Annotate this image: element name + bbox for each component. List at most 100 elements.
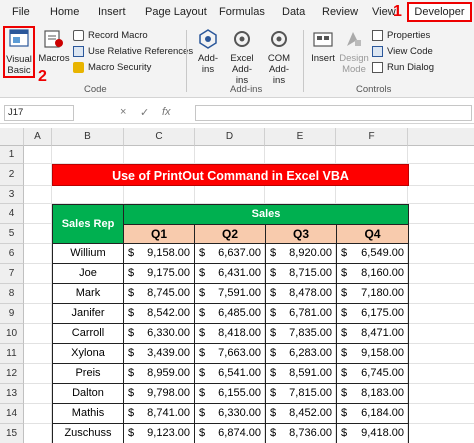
sales-value-cell[interactable]: $8,418.00 bbox=[194, 323, 266, 344]
addins-button[interactable]: Add-ins bbox=[192, 28, 224, 75]
tab-page-layout[interactable]: Page Layout bbox=[145, 6, 207, 18]
sales-value-cell[interactable]: $6,175.00 bbox=[336, 303, 409, 324]
macro-security-button[interactable]: Macro Security bbox=[73, 62, 151, 73]
row-header[interactable]: 3 bbox=[0, 186, 24, 204]
column-header[interactable]: B bbox=[52, 128, 124, 146]
sales-value-cell[interactable]: $6,781.00 bbox=[265, 303, 337, 324]
sales-value-cell[interactable]: $8,542.00 bbox=[123, 303, 195, 324]
sales-value-cell[interactable]: $9,158.00 bbox=[336, 343, 409, 364]
sales-value-cell[interactable]: $6,549.00 bbox=[336, 243, 409, 264]
tab-home[interactable]: Home bbox=[50, 6, 79, 18]
sales-rep-cell[interactable]: Preis bbox=[52, 363, 124, 384]
sales-rep-cell[interactable]: Willium bbox=[52, 243, 124, 264]
fx-icon[interactable]: fx bbox=[162, 106, 171, 118]
tab-formulas[interactable]: Formulas bbox=[219, 6, 265, 18]
sales-value-cell[interactable]: $6,155.00 bbox=[194, 383, 266, 404]
sales-rep-cell[interactable]: Carroll bbox=[52, 323, 124, 344]
sales-value-cell[interactable]: $9,123.00 bbox=[123, 423, 195, 443]
record-macro-button[interactable]: Record Macro bbox=[73, 30, 148, 41]
row-header[interactable]: 12 bbox=[0, 364, 24, 384]
tab-data[interactable]: Data bbox=[282, 6, 305, 18]
row-header[interactable]: 4 bbox=[0, 204, 24, 224]
sales-value-cell[interactable]: $9,798.00 bbox=[123, 383, 195, 404]
sales-rep-cell[interactable]: Joe bbox=[52, 263, 124, 284]
sales-value-cell[interactable]: $8,736.00 bbox=[265, 423, 337, 443]
sales-value-cell[interactable]: $8,478.00 bbox=[265, 283, 337, 304]
row-header[interactable]: 13 bbox=[0, 384, 24, 404]
row-header[interactable]: 14 bbox=[0, 404, 24, 424]
column-header[interactable]: D bbox=[195, 128, 265, 146]
tab-file[interactable]: File bbox=[12, 6, 30, 18]
row-header[interactable]: 6 bbox=[0, 244, 24, 264]
sales-value-cell[interactable]: $8,741.00 bbox=[123, 403, 195, 424]
name-box[interactable]: J17 bbox=[4, 105, 74, 121]
sales-value-cell[interactable]: $7,835.00 bbox=[265, 323, 337, 344]
sales-value-cell[interactable]: $8,452.00 bbox=[265, 403, 337, 424]
row-header[interactable]: 7 bbox=[0, 264, 24, 284]
sales-rep-cell[interactable]: Xylona bbox=[52, 343, 124, 364]
run-dialog-button[interactable]: Run Dialog bbox=[372, 62, 434, 73]
sales-rep-cell[interactable]: Mark bbox=[52, 283, 124, 304]
sales-value-cell[interactable]: $9,418.00 bbox=[336, 423, 409, 443]
sales-value-cell[interactable]: $8,959.00 bbox=[123, 363, 195, 384]
sales-value-cell[interactable]: $6,330.00 bbox=[123, 323, 195, 344]
enter-icon[interactable]: ✓ bbox=[140, 106, 149, 119]
sales-value-cell[interactable]: $8,591.00 bbox=[265, 363, 337, 384]
view-code-button[interactable]: View Code bbox=[372, 46, 433, 57]
sales-value-cell[interactable]: $6,637.00 bbox=[194, 243, 266, 264]
row-header[interactable]: 15 bbox=[0, 424, 24, 443]
column-header[interactable]: C bbox=[124, 128, 195, 146]
row-header[interactable]: 5 bbox=[0, 224, 24, 244]
sales-value-cell[interactable]: $6,745.00 bbox=[336, 363, 409, 384]
sales-rep-cell[interactable]: Janifer bbox=[52, 303, 124, 324]
sheet-title[interactable]: Use of PrintOut Command in Excel VBA bbox=[52, 164, 409, 186]
com-addins-button[interactable]: COM Add-ins bbox=[263, 28, 295, 86]
sales-rep-cell[interactable]: Zuschuss bbox=[52, 423, 124, 443]
sales-value-cell[interactable]: $8,160.00 bbox=[336, 263, 409, 284]
sales-rep-header[interactable]: Sales Rep bbox=[52, 204, 124, 244]
tab-review[interactable]: Review bbox=[322, 6, 358, 18]
macros-button[interactable]: Macros bbox=[38, 28, 70, 64]
row-header[interactable]: 9 bbox=[0, 304, 24, 324]
cancel-icon[interactable]: × bbox=[120, 106, 126, 118]
relative-references-button[interactable]: Use Relative References bbox=[73, 46, 193, 57]
insert-control-button[interactable]: Insert bbox=[308, 28, 338, 64]
sales-value-cell[interactable]: $6,874.00 bbox=[194, 423, 266, 443]
sales-value-cell[interactable]: $8,745.00 bbox=[123, 283, 195, 304]
row-header[interactable]: 8 bbox=[0, 284, 24, 304]
row-header[interactable]: 10 bbox=[0, 324, 24, 344]
visual-basic-button[interactable]: Visual Basic bbox=[4, 28, 34, 76]
tab-developer[interactable]: Developer bbox=[407, 2, 472, 22]
quarter-header[interactable]: Q4 bbox=[336, 224, 409, 244]
column-header[interactable]: A bbox=[24, 128, 52, 146]
sales-value-cell[interactable]: $7,180.00 bbox=[336, 283, 409, 304]
quarter-header[interactable]: Q2 bbox=[194, 224, 266, 244]
sales-rep-cell[interactable]: Mathis bbox=[52, 403, 124, 424]
sales-value-cell[interactable]: $9,175.00 bbox=[123, 263, 195, 284]
sales-value-cell[interactable]: $8,920.00 bbox=[265, 243, 337, 264]
sales-value-cell[interactable]: $6,283.00 bbox=[265, 343, 337, 364]
excel-addins-button[interactable]: Excel Add-ins bbox=[226, 28, 258, 86]
sales-value-cell[interactable]: $6,184.00 bbox=[336, 403, 409, 424]
column-header[interactable]: E bbox=[265, 128, 336, 146]
sales-value-cell[interactable]: $6,431.00 bbox=[194, 263, 266, 284]
sales-value-cell[interactable]: $7,663.00 bbox=[194, 343, 266, 364]
formula-input[interactable] bbox=[195, 105, 472, 121]
design-mode-button[interactable]: Design Mode bbox=[338, 28, 370, 75]
row-header[interactable]: 2 bbox=[0, 164, 24, 186]
sales-value-cell[interactable]: $9,158.00 bbox=[123, 243, 195, 264]
select-all-corner[interactable] bbox=[0, 128, 24, 146]
sales-value-cell[interactable]: $8,183.00 bbox=[336, 383, 409, 404]
sales-value-cell[interactable]: $6,485.00 bbox=[194, 303, 266, 324]
sales-value-cell[interactable]: $8,715.00 bbox=[265, 263, 337, 284]
sales-value-cell[interactable]: $6,541.00 bbox=[194, 363, 266, 384]
column-header-blank[interactable] bbox=[408, 128, 474, 146]
column-header[interactable]: F bbox=[336, 128, 408, 146]
quarter-header[interactable]: Q3 bbox=[265, 224, 337, 244]
row-header[interactable]: 1 bbox=[0, 146, 24, 164]
sales-value-cell[interactable]: $3,439.00 bbox=[123, 343, 195, 364]
sales-rep-cell[interactable]: Dalton bbox=[52, 383, 124, 404]
sales-value-cell[interactable]: $7,591.00 bbox=[194, 283, 266, 304]
quarter-header[interactable]: Q1 bbox=[123, 224, 195, 244]
sales-value-cell[interactable]: $8,471.00 bbox=[336, 323, 409, 344]
